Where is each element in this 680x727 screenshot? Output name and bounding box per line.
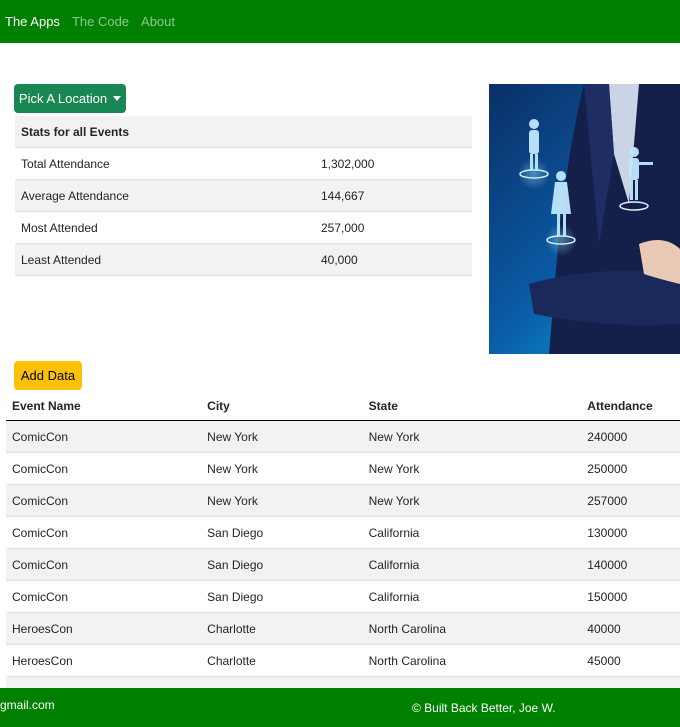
table-row: ComicCon San Diego California 140000 xyxy=(6,548,680,581)
footer-email-link[interactable]: gmail.com xyxy=(0,698,55,712)
event-name-cell: HeroesCon xyxy=(6,644,202,677)
event-name-cell: ComicCon xyxy=(6,420,202,453)
event-name-cell: ComicCon xyxy=(6,452,202,485)
column-header-attendance: Attendance xyxy=(581,392,680,421)
attendance-cell: 40000 xyxy=(581,612,680,645)
event-name-cell: ComicCon xyxy=(6,548,202,581)
events-header-row: Event Name City State Attendance xyxy=(6,392,680,421)
stats-row-total: Total Attendance 1,302,000 xyxy=(15,147,472,180)
caret-down-icon xyxy=(113,96,122,101)
state-cell: California xyxy=(362,548,582,581)
stats-value: 144,667 xyxy=(315,179,472,212)
city-cell: New York xyxy=(201,420,363,453)
city-cell: Charlotte xyxy=(201,612,363,645)
stats-value: 40,000 xyxy=(315,243,472,276)
stats-row-least: Least Attended 40,000 xyxy=(15,243,472,276)
attendance-cell: 140000 xyxy=(581,548,680,581)
table-row: ComicCon San Diego California 150000 xyxy=(6,580,680,613)
stats-row-most: Most Attended 257,000 xyxy=(15,211,472,244)
pick-location-dropdown[interactable]: Pick A Location xyxy=(14,84,126,113)
column-header-state: State xyxy=(362,392,582,421)
attendance-cell: 45000 xyxy=(581,644,680,677)
businesswoman-illustration xyxy=(518,84,680,354)
city-cell: New York xyxy=(201,484,363,517)
event-name-cell: ComicCon xyxy=(6,516,202,549)
state-cell: California xyxy=(362,516,582,549)
nav-link-the-code[interactable]: The Code xyxy=(72,14,129,29)
attendance-cell: 150000 xyxy=(581,580,680,613)
state-cell: New York xyxy=(362,420,582,453)
footer-credit: © Built Back Better, Joe W. xyxy=(412,701,556,715)
add-data-button[interactable]: Add Data xyxy=(14,361,82,390)
city-cell: San Diego xyxy=(201,516,363,549)
state-cell: New York xyxy=(362,484,582,517)
state-cell: California xyxy=(362,580,582,613)
stats-value: 257,000 xyxy=(315,211,472,244)
hero-image xyxy=(489,84,680,354)
attendance-cell: 130000 xyxy=(581,516,680,549)
event-name-cell: ComicCon xyxy=(6,484,202,517)
column-header-event-name: Event Name xyxy=(6,392,202,421)
stats-header: Stats for all Events xyxy=(15,116,472,148)
column-header-city: City xyxy=(201,392,363,421)
table-row: HeroesCon Charlotte North Carolina 40000 xyxy=(6,612,680,645)
state-cell: New York xyxy=(362,452,582,485)
stats-value: 1,302,000 xyxy=(315,147,472,180)
stats-table: Stats for all Events Total Attendance 1,… xyxy=(15,116,472,276)
events-table: Event Name City State Attendance ComicCo… xyxy=(6,392,680,709)
table-row: HeroesCon Charlotte North Carolina 45000 xyxy=(6,644,680,677)
city-cell: San Diego xyxy=(201,580,363,613)
nav-link-about[interactable]: About xyxy=(141,14,175,29)
stats-header-row: Stats for all Events xyxy=(15,116,472,148)
state-cell: North Carolina xyxy=(362,612,582,645)
nav-brand-link[interactable]: The Apps xyxy=(5,14,60,29)
stats-label: Most Attended xyxy=(15,211,315,244)
state-cell: North Carolina xyxy=(362,644,582,677)
page-footer: gmail.com © Built Back Better, Joe W. xyxy=(0,688,680,727)
table-row: ComicCon New York New York 257000 xyxy=(6,484,680,517)
stats-label: Least Attended xyxy=(15,243,315,276)
stats-row-average: Average Attendance 144,667 xyxy=(15,179,472,212)
top-navbar: The Apps The Code About xyxy=(0,0,680,43)
city-cell: New York xyxy=(201,452,363,485)
table-row: ComicCon New York New York 240000 xyxy=(6,420,680,453)
city-cell: Charlotte xyxy=(201,644,363,677)
event-name-cell: HeroesCon xyxy=(6,612,202,645)
table-row: ComicCon San Diego California 130000 xyxy=(6,516,680,549)
attendance-cell: 240000 xyxy=(581,420,680,453)
event-name-cell: ComicCon xyxy=(6,580,202,613)
attendance-cell: 257000 xyxy=(581,484,680,517)
table-row: ComicCon New York New York 250000 xyxy=(6,452,680,485)
city-cell: San Diego xyxy=(201,548,363,581)
stats-label: Average Attendance xyxy=(15,179,315,212)
attendance-cell: 250000 xyxy=(581,452,680,485)
pick-location-label: Pick A Location xyxy=(18,91,108,106)
stats-label: Total Attendance xyxy=(15,147,315,180)
